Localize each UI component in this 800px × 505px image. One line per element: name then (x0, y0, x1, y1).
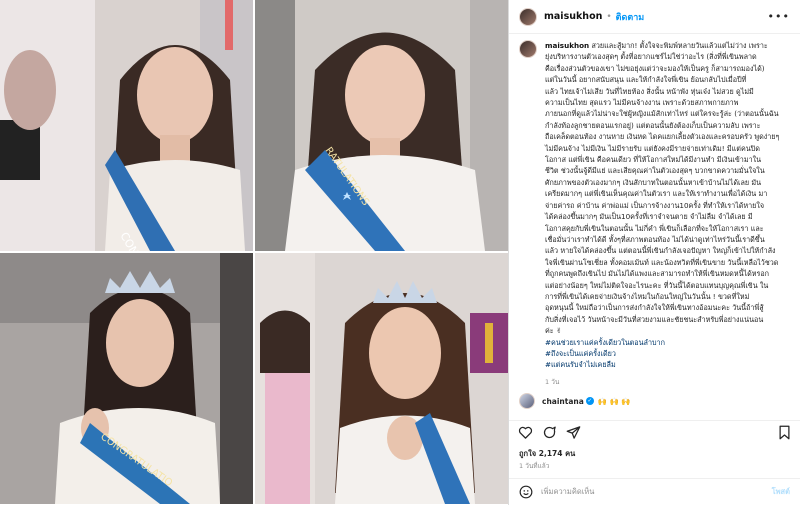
follow-button[interactable]: ติดตาม (616, 10, 645, 24)
post-header: maisukhon • ติดตาม ••• (509, 0, 800, 34)
header-username[interactable]: maisukhon (544, 11, 602, 22)
share-icon[interactable] (565, 425, 581, 441)
caption-line: ภายนอกที่ดูแล้วไม่น่าจะใช่ผู้หญิงแม้สักเ… (545, 109, 779, 119)
caption-line: ค่ะ ✌ (545, 326, 562, 336)
caption-line: ไม่มีคนจ้าง ไม่มีเงิน ไม่มีรายรับ แต่ยัง… (545, 143, 760, 153)
caption-line: ใจพี่เขินผ่านโซเชี่ยล ทั้งคอมเม้นท์ และน… (545, 257, 779, 267)
comment-icon[interactable] (541, 425, 557, 441)
caption-line: ยุ่งบริหารงานตัวเองสุดๆ ตั้งที่อยากแชร์ไ… (545, 52, 757, 62)
caption-block: maisukhon สวยและสู้มาก! ตั้งใจจะพิมพ์หลา… (519, 40, 794, 386)
caption-line: แล้ว ไทยเจ้าไม่เสีย วันที่ไทยท้อง สิ่งนั… (545, 86, 754, 96)
caption-line: เชื่อมั่นว่าเราทำได้ดี ทั้งๆที่สภาพตอนท้… (545, 234, 765, 244)
caption-hashtags: #คนช่วยเราแค่ครั้งเดียวในตอนลำบาก #ถึงจะเ… (545, 337, 794, 371)
caption-line: ศักยภาพของตัวเองมากๆ เงินสักบาทในตอนนั้น… (545, 177, 762, 187)
emoji-icon[interactable] (519, 485, 533, 499)
caption-line: ถือเคล็ดตอนท้อง งานหาย เงินหด ไดคแยกเลี้… (545, 132, 780, 142)
comment-input[interactable]: เพิ่มความคิดเห็น (541, 486, 594, 498)
photo-tile-2: RATULATIONS (255, 0, 508, 251)
photo-3: CONGRATULATIO (0, 253, 253, 504)
post-side-panel: maisukhon • ติดตาม ••• maisukhon สวยและส… (508, 0, 800, 505)
caption-text: maisukhon สวยและสู้มาก! ตั้งใจจะพิมพ์หลา… (545, 40, 794, 386)
caption-avatar[interactable] (519, 40, 537, 58)
comment-row: chaintana ✓ 🙌 🙌 🙌 (519, 393, 792, 409)
photo-tile-3: CONGRATULATIO (0, 253, 253, 504)
caption-line: แต่อย่างน้อยๆ ใหม่ไม่ติดใจอะไรนะคะ ที่วั… (545, 280, 769, 290)
caption-lines: สวยและสู้มาก! ตั้งใจจะพิมพ์หลายวันแล้วแต… (545, 41, 779, 335)
caption-line: กับสิ่งที่เจอไว้ วันหน้าจะมีวันที่สวยงาม… (545, 314, 764, 324)
caption-line: อุดหนุนนี้ ใหม่ถือว่าเป็นการส่งกำลังใจให… (545, 303, 764, 313)
comment-text: 🙌 🙌 🙌 (597, 396, 631, 406)
hashtag-link[interactable]: #คนช่วยเราแค่ครั้งเดียวในตอนลำบาก (545, 337, 794, 348)
avatar[interactable] (519, 7, 537, 26)
photo-4 (255, 253, 508, 504)
caption-line: จ่ายค่ารถ ค่าบ้าน ค่าพ่อแม่ เป็นการจ้างง… (545, 200, 765, 210)
caption-line: ที่ถูกคนพูดถึงเขินไป มันไม่ได้แพงและสามา… (545, 269, 770, 279)
caption-line: การที่พี่เขินได้เคยจ่ายเงินจ้างไหมในก้อน… (545, 291, 750, 301)
caption-line: เครียดมากๆ แต่พี่เขินเห็นคุณค่าในตัวเรา … (545, 189, 768, 199)
photo-tile-1: CONG (0, 0, 253, 251)
caption-line: ได้คล่องขึ้นมากๆ มันเป็น10ครั้งที่เราจำจ… (545, 212, 753, 222)
bookmark-icon[interactable] (776, 425, 792, 441)
caption-line: โอกาส แต่พี่เขิน คือคนเดียว ที่ให้โอกาสใ… (545, 155, 762, 165)
header-separator: • (606, 11, 612, 22)
caption-line: กำลังท้องลูกชายตอนแรกอยู่) แต่ตอนนั้นยัง… (545, 120, 761, 130)
verified-icon: ✓ (585, 397, 594, 405)
post-date: 1 วันที่แล้ว (519, 462, 550, 470)
caption-username[interactable]: maisukhon (545, 41, 589, 50)
hashtag-link[interactable]: #ถึงจะเป็นแค่ครั้งเดียว (545, 348, 794, 359)
caption-line: ชีวิต ช่วงนั้นจู้ดีมีแย่ และเสียคุณค่าใน… (545, 166, 765, 176)
add-comment-bar: เพิ่มความคิดเห็น โพสต์ (509, 478, 800, 505)
comment-avatar[interactable] (519, 393, 535, 409)
post-media-grid[interactable]: CONG RATULATIONS CONGRATULATIO (0, 0, 508, 505)
action-bar (509, 420, 800, 444)
caption-line: โอกาสคุยกับพี่เขินในตอนนั้น ไม่กี่คำ พี่… (545, 223, 764, 233)
caption-line: ความเป็นไทย สุดแรว ไม่มีคนจ้างงาน เพราะด… (545, 98, 739, 108)
instagram-post: CONG RATULATIONS CONGRATULATIO maisukhon… (0, 0, 800, 505)
heart-icon[interactable] (517, 425, 533, 441)
caption-line: สวยและสู้มาก! ตั้งใจจะพิมพ์หลายวันแล้วแต… (591, 41, 768, 50)
caption-line: แต่ในวันนี้ อยากสนับสนุน และให้กำลังใจพี… (545, 75, 747, 85)
caption-line: แล้ว หายใจได้คล่องขึ้น แต่ตอนนี้พี่เขินก… (545, 246, 776, 256)
caption-line: คือเรื่องส่วนตัวของเขา ไม่ขอยุ่งแต่ว่าจะ… (545, 63, 765, 73)
likes-count[interactable]: ถูกใจ 2,174 คน (519, 448, 575, 460)
photo-tile-4 (255, 253, 508, 504)
caption-time: 1 วัน (545, 377, 560, 386)
comment-username[interactable]: chaintana (542, 397, 584, 406)
more-horizontal-icon[interactable]: ••• (768, 10, 790, 23)
hashtag-link[interactable]: #แต่คนรับจำไม่เคยลืม (545, 359, 794, 370)
post-comment-button[interactable]: โพสต์ (772, 486, 790, 498)
photo-2: RATULATIONS (255, 0, 508, 251)
photo-1: CONG (0, 0, 253, 251)
